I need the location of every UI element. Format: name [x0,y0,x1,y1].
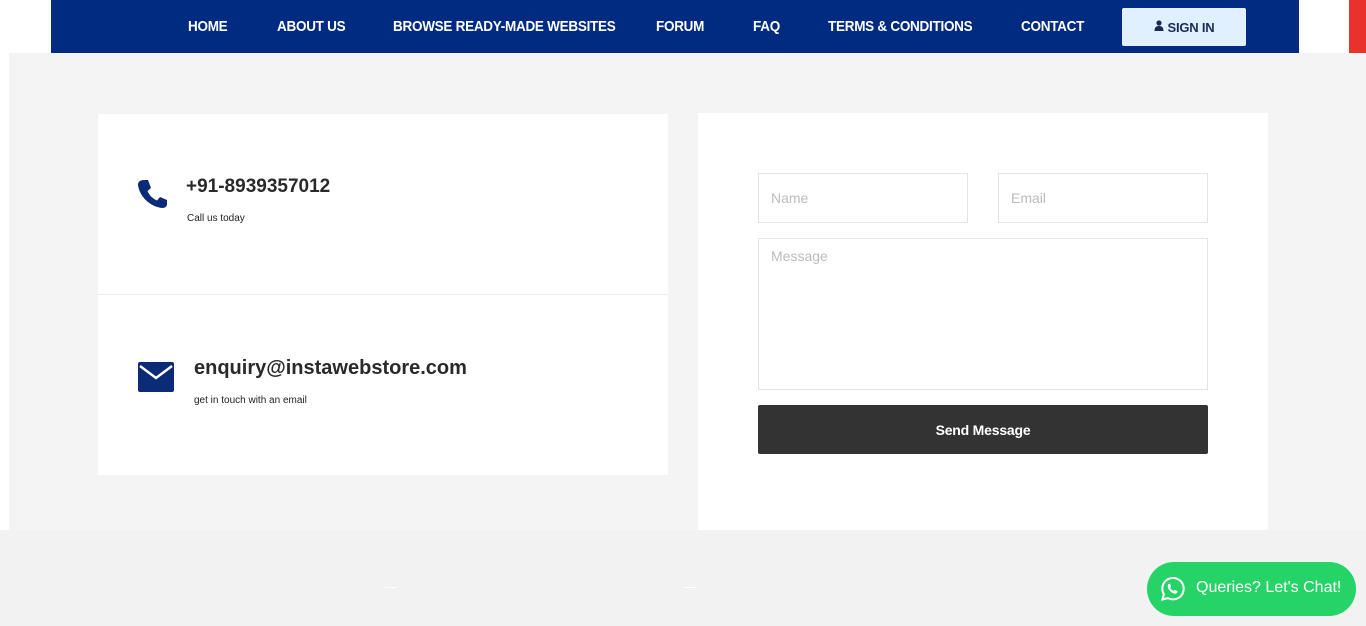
phone-icon [136,178,168,210]
email-address[interactable]: enquiry@instawebstore.com [194,357,467,380]
sign-in-button[interactable]: SIGN IN [1122,8,1246,46]
chat-button[interactable]: Queries? Let's Chat! [1147,562,1356,616]
footer-divider [684,587,696,588]
nav-contact[interactable]: CONTACT [1021,0,1084,53]
user-icon [1154,18,1164,36]
contact-form-card: Send Message [698,113,1268,530]
sign-in-label: SIGN IN [1167,19,1215,35]
divider [98,294,668,295]
email-input[interactable] [998,173,1208,223]
name-input[interactable] [758,173,968,223]
main-navigation: HOME ABOUT US BROWSE READY-MADE WEBSITES… [51,0,1299,53]
left-edge-strip [0,53,9,530]
nav-about-us[interactable]: ABOUT US [277,0,346,53]
nav-faq[interactable]: FAQ [753,0,780,53]
whatsapp-icon [1160,576,1186,602]
email-caption: get in touch with an email [194,395,307,406]
side-accent-strip [1349,0,1366,53]
nav-home[interactable]: HOME [188,0,228,53]
nav-terms-conditions[interactable]: TERMS & CONDITIONS [828,0,973,53]
phone-caption: Call us today [187,213,245,224]
send-message-button[interactable]: Send Message [758,405,1208,454]
phone-number[interactable]: +91-8939357012 [186,176,330,198]
message-textarea[interactable] [758,238,1208,390]
nav-forum[interactable]: FORUM [656,0,704,53]
chat-label: Queries? Let's Chat! [1196,579,1342,596]
nav-browse-websites[interactable]: BROWSE READY-MADE WEBSITES [393,0,616,53]
envelope-icon [138,362,174,392]
contact-info-card: +91-8939357012 Call us today enquiry@ins… [98,114,668,475]
footer-divider [385,587,397,588]
